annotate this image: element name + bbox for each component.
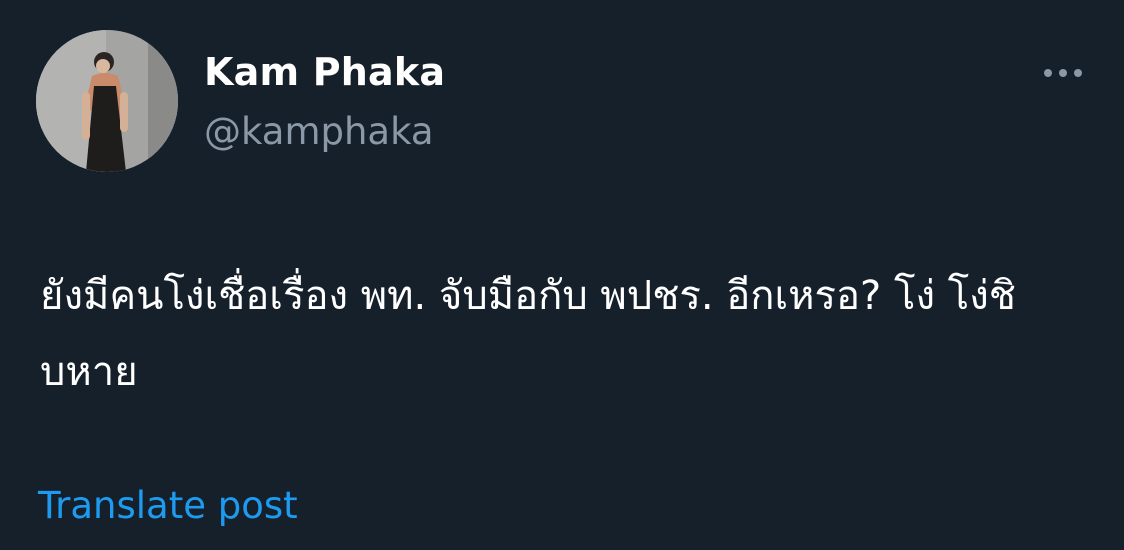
translate-post-link[interactable]: Translate post bbox=[38, 482, 298, 530]
more-horizontal-icon bbox=[1044, 69, 1082, 77]
tweet-text: ยังมีคนโง่เชื่อเรื่อง พท. จับมือกับ พปชร… bbox=[40, 273, 1016, 395]
avatar-image bbox=[36, 30, 178, 172]
more-options-button[interactable] bbox=[1036, 56, 1090, 90]
author-handle[interactable]: @kamphaka bbox=[204, 108, 434, 156]
tweet-card: Kam Phaka @kamphaka ยังมีคนโง่เชื่อเรื่อ… bbox=[0, 0, 1124, 550]
avatar[interactable] bbox=[36, 30, 178, 172]
author-display-name[interactable]: Kam Phaka bbox=[204, 48, 445, 96]
